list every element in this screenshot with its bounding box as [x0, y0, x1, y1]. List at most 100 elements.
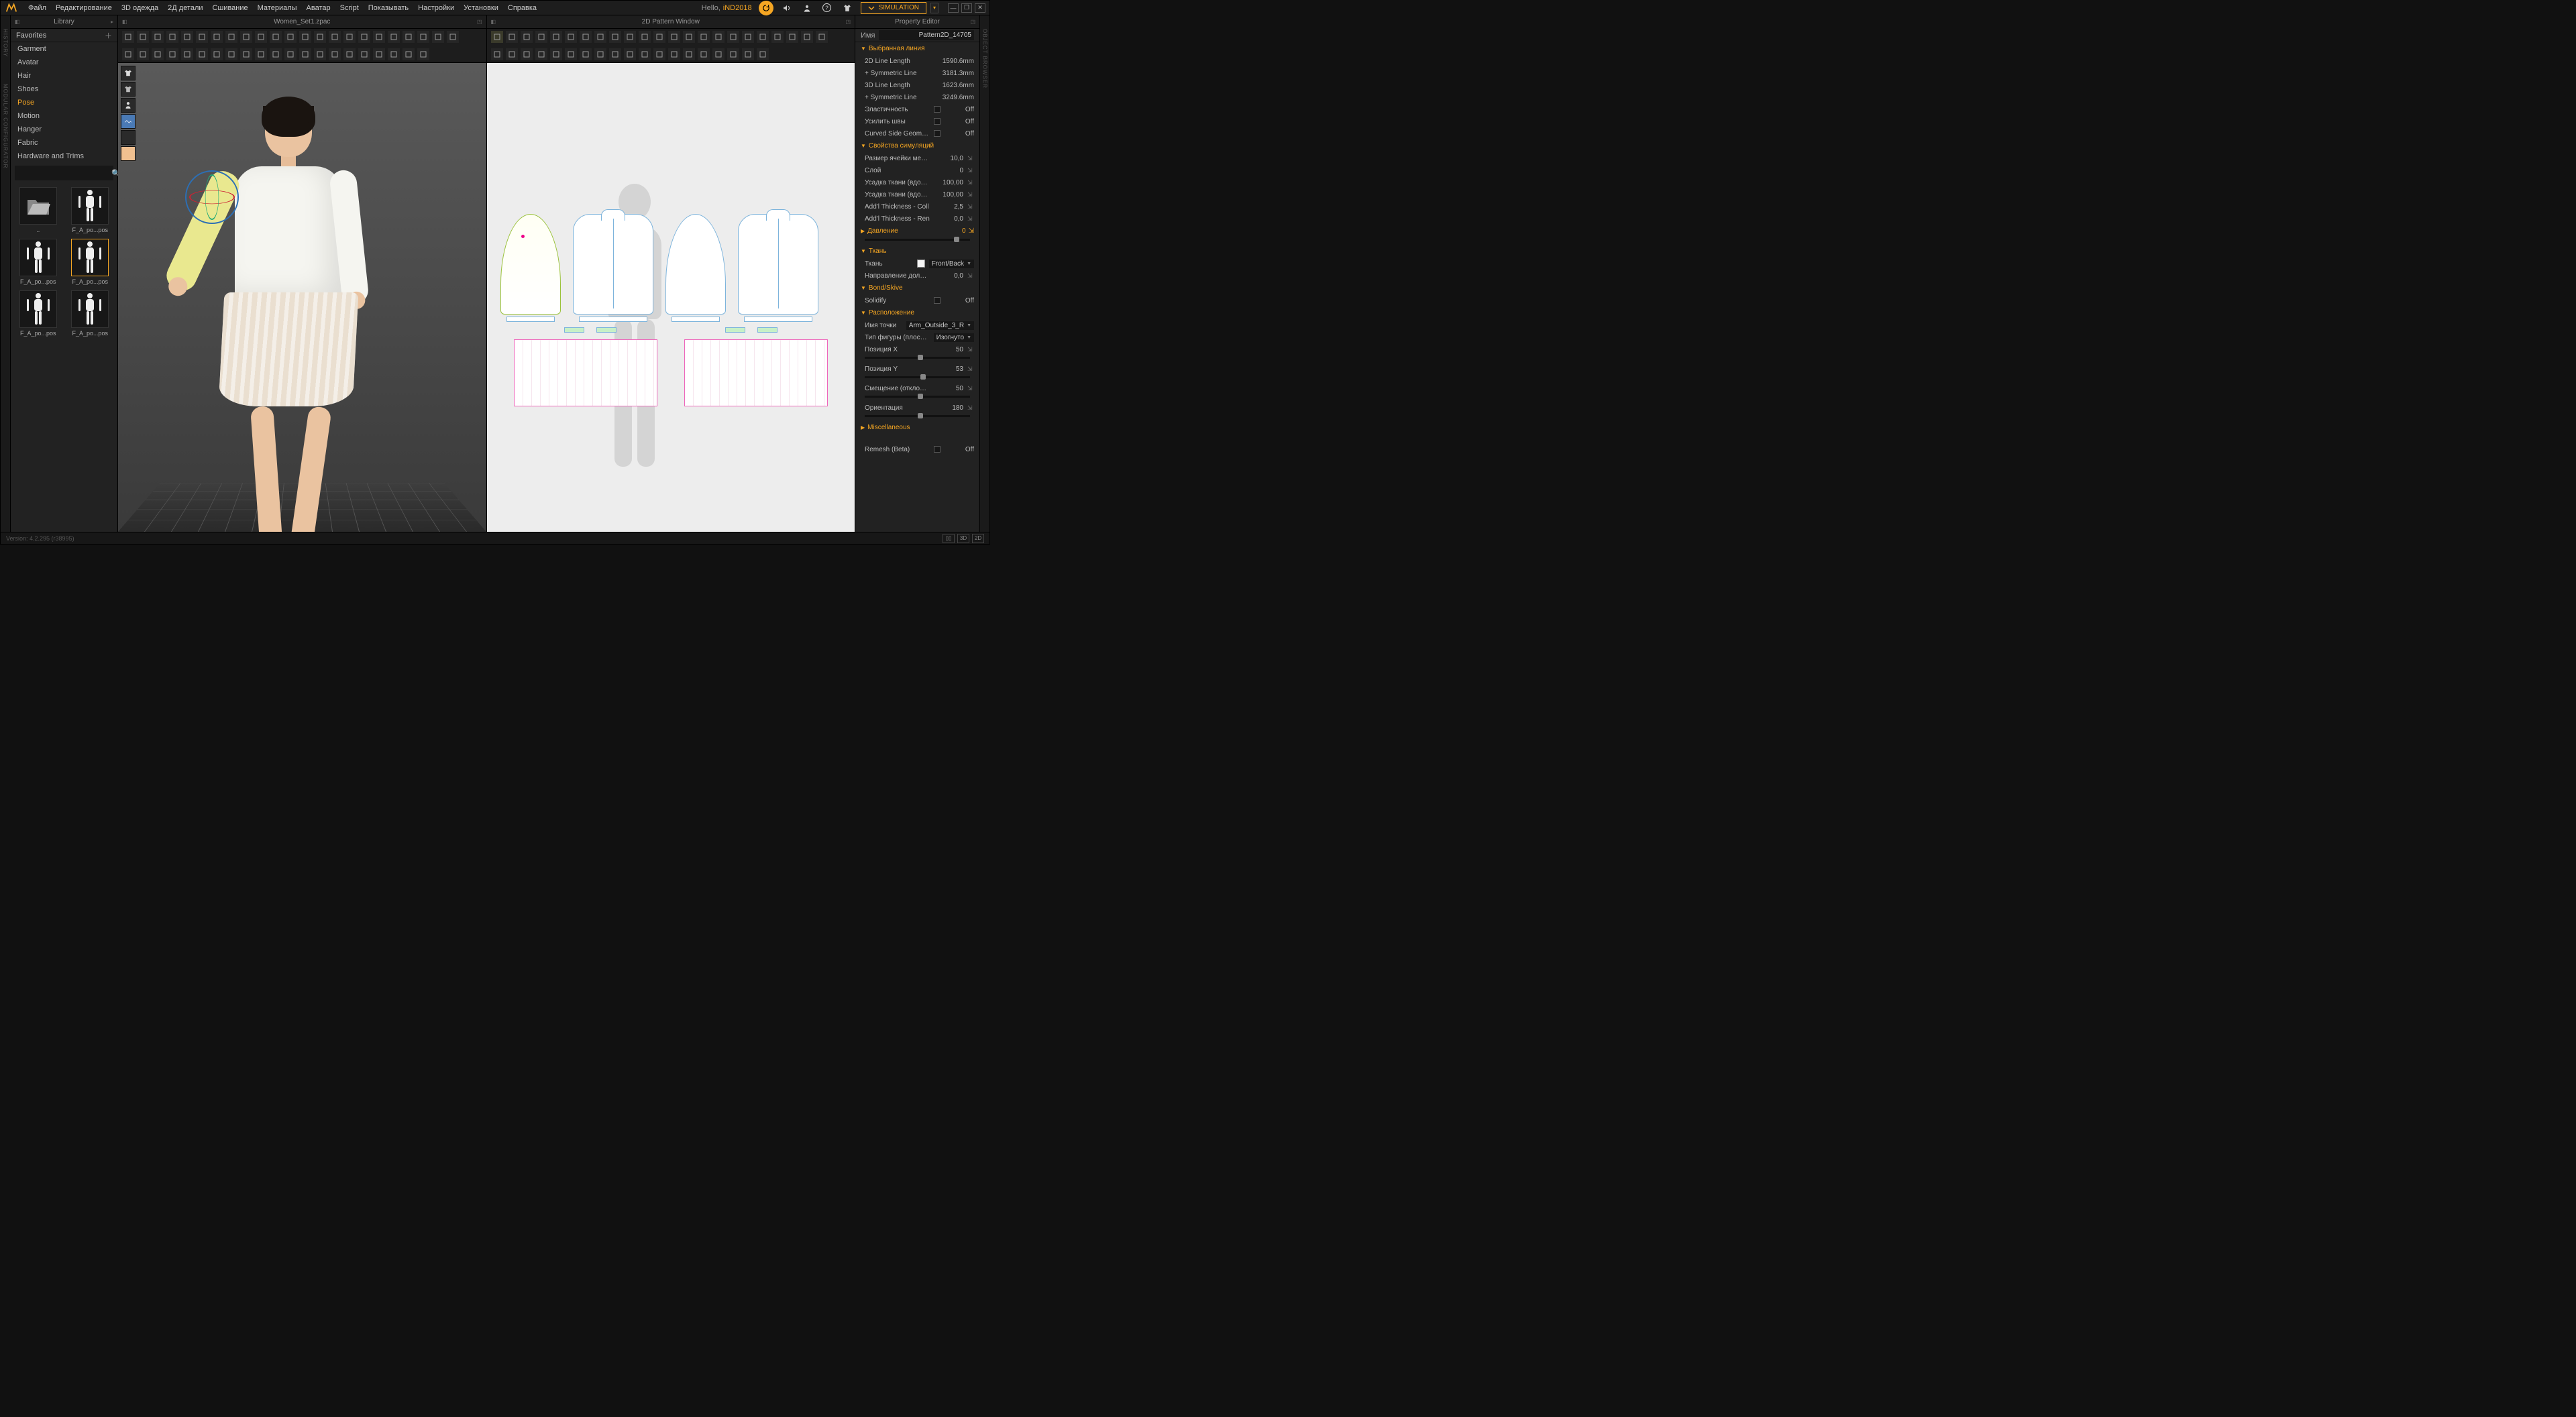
window-minimize[interactable]: —	[948, 3, 959, 13]
library-item-hardware-and-trims[interactable]: Hardware and Trims	[11, 150, 117, 163]
shade-skin[interactable]	[121, 146, 136, 161]
tool-button[interactable]	[166, 48, 178, 60]
simulation-dropdown[interactable]: ▾	[930, 3, 938, 13]
tool-button[interactable]	[521, 48, 533, 60]
panel-expand-icon[interactable]: ◳	[845, 19, 851, 25]
tool-button[interactable]	[240, 48, 252, 60]
tool-button[interactable]	[624, 31, 636, 43]
property-scroll[interactable]: ▼Выбранная линия 2D Line Length1590.6mm+…	[855, 42, 979, 532]
pattern-skirt-back[interactable]	[684, 339, 828, 406]
reset-icon[interactable]: ⇲	[967, 155, 974, 162]
tool-button[interactable]	[506, 48, 518, 60]
pattern-skirt-front[interactable]	[514, 339, 657, 406]
tool-button[interactable]	[757, 31, 769, 43]
tool-button[interactable]	[343, 48, 356, 60]
checkbox[interactable]	[934, 130, 941, 137]
tab-modular-configurator[interactable]: MODULAR CONFIGURATOR	[3, 84, 9, 168]
menu-сшивание[interactable]: Сшивание	[208, 4, 253, 12]
tool-button[interactable]	[550, 31, 562, 43]
avatar-3d[interactable]	[221, 103, 356, 406]
library-item-motion[interactable]: Motion	[11, 109, 117, 123]
panel-expand-icon[interactable]: ◳	[477, 19, 482, 25]
tool-button[interactable]	[580, 31, 592, 43]
tool-button[interactable]	[284, 48, 297, 60]
tool-button[interactable]	[196, 48, 208, 60]
reset-icon[interactable]: ⇲	[967, 203, 974, 210]
fabric-swatch[interactable]	[917, 260, 925, 268]
tool-button[interactable]	[432, 31, 444, 43]
slider[interactable]	[865, 376, 970, 378]
tool-button[interactable]	[240, 31, 252, 43]
slider[interactable]	[865, 357, 970, 359]
tool-button[interactable]	[712, 48, 724, 60]
menu-справка[interactable]: Справка	[503, 4, 541, 12]
tab-object-browser[interactable]: OBJECT BROWSER	[982, 29, 988, 89]
tool-button[interactable]	[609, 48, 621, 60]
tool-button[interactable]	[373, 31, 385, 43]
tool-button[interactable]	[653, 48, 665, 60]
tool-button[interactable]	[152, 31, 164, 43]
library-thumb[interactable]: F_A_po...pos	[67, 187, 114, 233]
pattern-accent[interactable]	[564, 327, 584, 333]
tool-button[interactable]	[668, 48, 680, 60]
tool-button[interactable]	[594, 31, 606, 43]
menu-аватар[interactable]: Аватар	[302, 4, 335, 12]
tool-button[interactable]	[137, 31, 149, 43]
shade-shirt-1[interactable]	[121, 66, 136, 80]
tool-button[interactable]	[122, 31, 134, 43]
section-selected-line[interactable]: ▼Выбранная линия	[855, 42, 979, 55]
layout-3d-button[interactable]: 3D	[957, 534, 969, 543]
panel-expand-icon[interactable]: ◳	[970, 19, 975, 25]
tool-button[interactable]	[255, 31, 267, 43]
point-dropdown[interactable]: Arm_Outside_3_R▼	[906, 321, 974, 330]
tool-button[interactable]	[122, 48, 134, 60]
library-item-avatar[interactable]: Avatar	[11, 56, 117, 69]
tool-button[interactable]	[742, 31, 754, 43]
slider[interactable]	[865, 415, 970, 417]
menu-файл[interactable]: Файл	[23, 4, 51, 12]
checkbox[interactable]	[934, 297, 941, 304]
tool-button[interactable]	[565, 31, 577, 43]
tool-button[interactable]	[535, 48, 547, 60]
tool-button[interactable]	[639, 31, 651, 43]
tool-button[interactable]	[757, 48, 769, 60]
tool-button[interactable]	[698, 48, 710, 60]
tool-button[interactable]	[727, 48, 739, 60]
tool-button[interactable]	[506, 31, 518, 43]
library-thumb[interactable]: F_A_po...pos	[15, 239, 62, 285]
reset-icon[interactable]: ⇲	[967, 346, 974, 353]
search-input[interactable]	[19, 170, 107, 177]
tool-button[interactable]	[329, 31, 341, 43]
tool-button[interactable]	[698, 31, 710, 43]
checkbox[interactable]	[934, 106, 941, 113]
tool-button[interactable]	[137, 48, 149, 60]
tool-button[interactable]	[270, 31, 282, 43]
section-simulation[interactable]: ▼Свойства симуляций	[855, 139, 979, 152]
library-thumb[interactable]: ..	[15, 187, 62, 233]
tool-button[interactable]	[255, 48, 267, 60]
tool-button[interactable]	[402, 31, 415, 43]
tool-button[interactable]	[801, 31, 813, 43]
menu-3d одежда[interactable]: 3D одежда	[117, 4, 163, 12]
tool-button[interactable]	[771, 31, 784, 43]
tool-button[interactable]	[211, 48, 223, 60]
slider[interactable]	[865, 396, 970, 398]
tool-button[interactable]	[491, 48, 503, 60]
tool-button[interactable]	[166, 31, 178, 43]
tool-button[interactable]	[653, 31, 665, 43]
user-icon[interactable]	[800, 1, 814, 15]
library-thumb[interactable]: F_A_po...pos	[15, 290, 62, 337]
favorites-header[interactable]: Favorites ＋	[11, 29, 117, 42]
reset-icon[interactable]: ⇲	[967, 191, 974, 198]
viewport-3d[interactable]	[118, 63, 486, 532]
tool-button[interactable]	[727, 31, 739, 43]
shade-avatar-solid[interactable]	[121, 98, 136, 113]
tool-button[interactable]	[196, 31, 208, 43]
shade-wire[interactable]	[121, 130, 136, 145]
tool-button[interactable]	[535, 31, 547, 43]
username[interactable]: iND2018	[723, 4, 752, 12]
tool-button[interactable]	[639, 48, 651, 60]
viewport-2d[interactable]	[487, 63, 855, 532]
sync-button[interactable]	[759, 1, 773, 15]
tool-button[interactable]	[211, 31, 223, 43]
